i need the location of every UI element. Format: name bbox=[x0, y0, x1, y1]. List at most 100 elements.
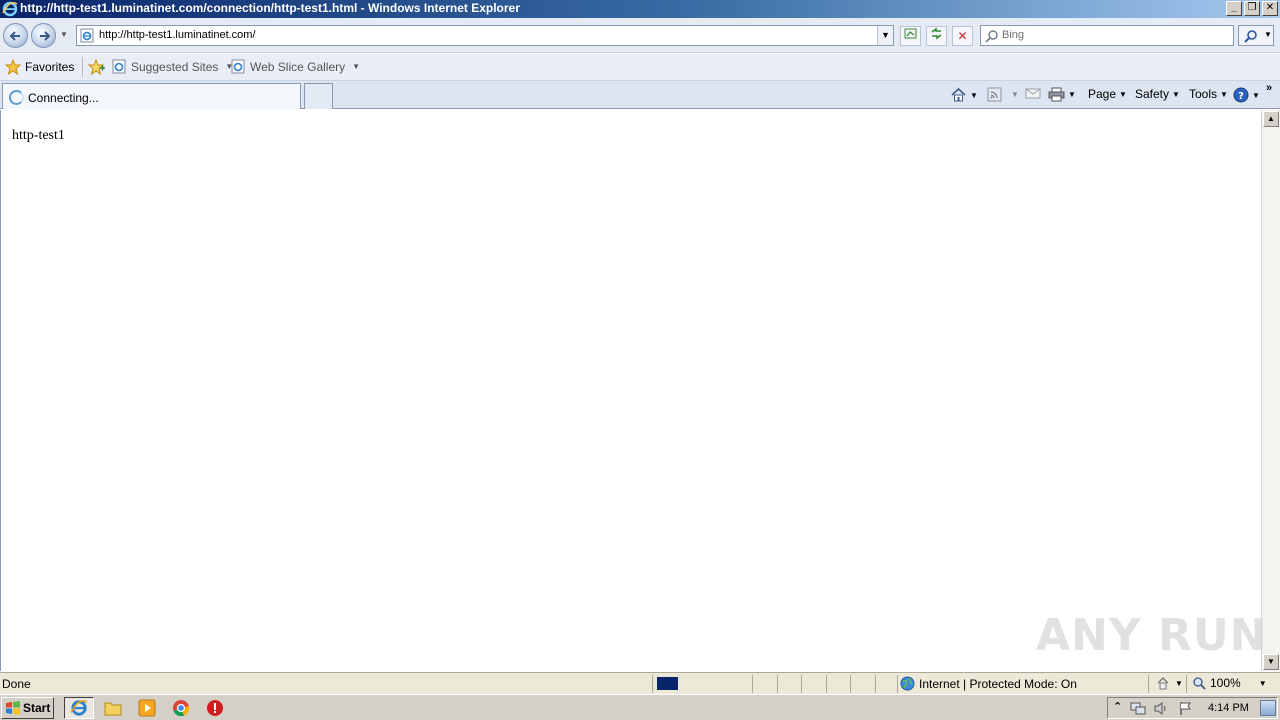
page-menu-label: Page bbox=[1088, 87, 1117, 101]
status-bar: Done Internet | Protected Mode: On ▼ 100… bbox=[0, 672, 1280, 694]
anyrun-watermark: ANY RUN bbox=[1036, 610, 1268, 661]
windows-logo-icon bbox=[6, 701, 20, 715]
status-divider bbox=[652, 675, 653, 693]
chevron-down-icon[interactable]: ▼ bbox=[1011, 90, 1019, 99]
chevron-down-icon: ▼ bbox=[1252, 90, 1260, 100]
stop-sign-icon bbox=[207, 700, 223, 716]
close-button[interactable]: ✕ bbox=[1262, 1, 1278, 16]
favorites-label: Favorites bbox=[25, 60, 75, 74]
protected-mode-button[interactable]: ▼ bbox=[1155, 676, 1183, 690]
favorites-star-icon bbox=[5, 59, 21, 75]
recent-pages-dropdown-icon[interactable]: ▼ bbox=[60, 30, 68, 39]
back-button[interactable] bbox=[3, 23, 28, 48]
ie-page-icon bbox=[80, 28, 94, 43]
progress-bar bbox=[657, 677, 678, 690]
address-url[interactable]: http://http-test1.luminatinet.com/ bbox=[99, 29, 256, 41]
toolbar-overflow-chevron-icon[interactable]: » bbox=[1266, 82, 1272, 94]
taskbar-chrome[interactable] bbox=[166, 697, 196, 719]
search-options-dropdown-icon[interactable]: ▼ bbox=[1264, 30, 1272, 39]
system-tray: ⌃ 4:14 PM bbox=[1107, 697, 1278, 719]
status-divider bbox=[850, 675, 851, 693]
home-button[interactable]: ▼ bbox=[950, 87, 978, 103]
page-menu[interactable]: Page ▼ bbox=[1088, 87, 1127, 101]
search-placeholder: Bing bbox=[1002, 29, 1025, 41]
address-bar[interactable]: http://http-test1.luminatinet.com/ ▼ bbox=[76, 25, 894, 46]
new-tab-button[interactable] bbox=[304, 83, 333, 109]
taskbar: Start ⌃ 4:14 PM bbox=[0, 694, 1280, 720]
media-player-icon bbox=[138, 699, 156, 717]
search-box[interactable]: Bing bbox=[980, 25, 1234, 46]
refresh-button[interactable] bbox=[926, 26, 947, 46]
help-icon: ? bbox=[1233, 87, 1249, 103]
taskbar-internet-explorer[interactable] bbox=[64, 697, 94, 719]
printer-icon bbox=[1048, 87, 1065, 102]
chevron-down-icon[interactable]: ▼ bbox=[1068, 90, 1076, 99]
volume-icon[interactable] bbox=[1153, 701, 1169, 716]
minimize-button[interactable]: _ bbox=[1226, 1, 1242, 16]
chevron-down-icon: ▼ bbox=[1175, 678, 1183, 688]
status-divider bbox=[1186, 675, 1187, 693]
back-arrow-icon bbox=[9, 31, 20, 41]
vertical-scrollbar[interactable]: ▲ ▼ bbox=[1261, 110, 1280, 671]
forward-arrow-icon bbox=[40, 31, 51, 41]
suggested-sites-link[interactable]: Suggested Sites ▼ bbox=[112, 59, 233, 74]
tab-title: Connecting... bbox=[28, 91, 99, 105]
add-to-favorites-bar-button[interactable] bbox=[88, 59, 105, 75]
status-divider bbox=[801, 675, 802, 693]
compatibility-view-button[interactable] bbox=[900, 26, 921, 46]
chevron-down-icon: ▼ bbox=[1119, 89, 1127, 99]
chevron-down-icon: ▼ bbox=[1220, 89, 1228, 99]
refresh-icon bbox=[931, 27, 942, 40]
stop-button[interactable]: ✕ bbox=[952, 26, 973, 46]
show-hidden-icons-chevron-icon[interactable]: ⌃ bbox=[1113, 700, 1122, 713]
restore-button[interactable]: ❐ bbox=[1244, 1, 1260, 16]
action-center-flag-icon[interactable] bbox=[1178, 701, 1193, 716]
internet-explorer-icon bbox=[2, 1, 18, 17]
help-menu[interactable]: ? ▼ bbox=[1233, 87, 1260, 103]
forward-button[interactable] bbox=[31, 23, 56, 48]
tools-menu[interactable]: Tools ▼ bbox=[1189, 87, 1228, 101]
web-slice-gallery-link[interactable]: Web Slice Gallery ▼ bbox=[231, 59, 360, 74]
window-title: http://http-test1.luminatinet.com/connec… bbox=[20, 1, 520, 15]
zoom-level[interactable]: 100% ▼ bbox=[1192, 676, 1267, 690]
network-icon[interactable] bbox=[1130, 701, 1146, 716]
navigation-bar: ▼ http://http-test1.luminatinet.com/ ▼ ✕… bbox=[0, 18, 1280, 53]
tools-menu-label: Tools bbox=[1189, 87, 1218, 101]
chevron-down-icon[interactable]: ▼ bbox=[970, 91, 978, 100]
taskbar-media-player[interactable] bbox=[132, 697, 162, 719]
status-divider bbox=[826, 675, 827, 693]
favorites-button[interactable]: Favorites bbox=[5, 59, 74, 75]
scroll-up-arrow-icon[interactable]: ▲ bbox=[1263, 111, 1279, 127]
internet-explorer-icon bbox=[70, 700, 88, 716]
taskbar-stop-app[interactable] bbox=[200, 697, 230, 719]
tab-active[interactable]: Connecting... bbox=[2, 83, 301, 109]
read-mail-button[interactable] bbox=[1025, 87, 1041, 100]
start-label: Start bbox=[23, 701, 51, 715]
add-favorite-icon bbox=[88, 59, 105, 75]
mail-icon bbox=[1025, 88, 1041, 99]
address-dropdown-icon[interactable]: ▼ bbox=[877, 26, 893, 45]
safety-menu[interactable]: Safety ▼ bbox=[1135, 87, 1180, 101]
page-body-text: http-test1 bbox=[12, 128, 65, 143]
status-divider bbox=[752, 675, 753, 693]
start-button[interactable]: Start bbox=[1, 697, 54, 719]
safety-menu-label: Safety bbox=[1135, 87, 1170, 101]
security-zone[interactable]: Internet | Protected Mode: On bbox=[900, 676, 1077, 691]
shield-lock-icon bbox=[1157, 677, 1169, 690]
search-button[interactable]: ▼ bbox=[1238, 25, 1274, 46]
ie-page-icon bbox=[231, 59, 245, 74]
print-button[interactable]: ▼ bbox=[1048, 87, 1076, 102]
window-controls: _ ❐ ✕ bbox=[1226, 1, 1278, 16]
show-desktop-button[interactable] bbox=[1260, 700, 1276, 716]
chevron-down-icon: ▼ bbox=[1172, 89, 1180, 99]
taskbar-clock[interactable]: 4:14 PM bbox=[1208, 702, 1249, 714]
folder-icon bbox=[104, 702, 122, 716]
chevron-down-icon: ▼ bbox=[1258, 678, 1267, 688]
status-divider bbox=[875, 675, 876, 693]
chevron-down-icon: ▼ bbox=[352, 62, 361, 71]
svg-text:?: ? bbox=[1238, 91, 1244, 102]
taskbar-file-explorer[interactable] bbox=[98, 697, 128, 719]
favorites-separator bbox=[82, 57, 83, 77]
rss-feed-icon bbox=[987, 87, 1002, 102]
feeds-button[interactable]: ▼ bbox=[987, 87, 1019, 102]
